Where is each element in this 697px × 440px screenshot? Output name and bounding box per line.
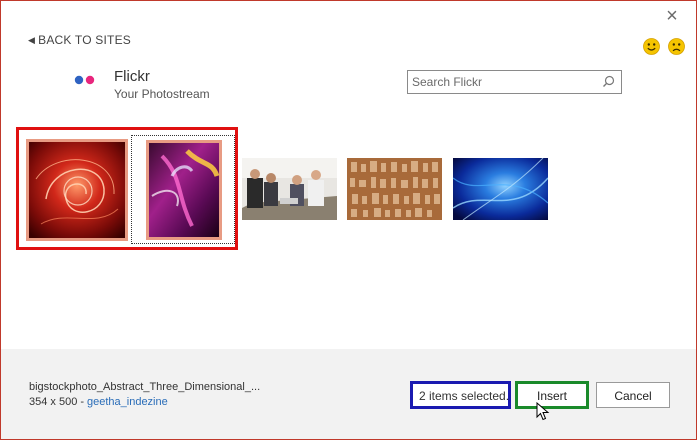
photo-thumbnail-blue-abstract[interactable] bbox=[453, 158, 548, 220]
selected-file-name: bigstockphoto_Abstract_Three_Dimensional… bbox=[29, 381, 261, 393]
close-icon[interactable]: × bbox=[662, 6, 682, 26]
hieroglyphs-image bbox=[347, 158, 442, 220]
flickr-logo-icon bbox=[74, 75, 95, 85]
site-name: Flickr bbox=[114, 68, 150, 85]
mouse-pointer-icon bbox=[536, 402, 550, 421]
blue-abstract-image bbox=[453, 158, 548, 220]
smiley-happy-icon[interactable] bbox=[643, 38, 660, 55]
selected-file-meta: 354 x 500- geetha_indezine bbox=[29, 396, 168, 408]
photo-thumbnail-hieroglyphs[interactable] bbox=[347, 158, 442, 220]
abstract-red-swirl-image bbox=[29, 142, 125, 238]
chevron-left-icon: ◀ bbox=[28, 35, 36, 45]
cancel-button[interactable]: Cancel bbox=[596, 382, 670, 408]
business-meeting-image bbox=[242, 158, 337, 220]
selection-count-box: 2 items selected. bbox=[410, 381, 511, 409]
back-to-sites-label: BACK TO SITES bbox=[38, 33, 131, 47]
cancel-button-label: Cancel bbox=[614, 389, 652, 403]
site-subtitle: Your Photostream bbox=[114, 87, 210, 101]
search-input[interactable] bbox=[412, 73, 592, 91]
abstract-purple-dancer-image bbox=[146, 140, 222, 240]
photo-thumbnail-business-meeting[interactable] bbox=[242, 158, 337, 220]
insert-button[interactable]: Insert bbox=[515, 381, 589, 409]
selection-count-text: 2 items selected. bbox=[419, 389, 510, 403]
photo-thumbnail-abstract-red-swirl[interactable] bbox=[26, 139, 128, 241]
smiley-sad-icon[interactable] bbox=[668, 38, 685, 55]
meta-separator: - bbox=[80, 396, 84, 408]
back-to-sites-link[interactable]: ◀ BACK TO SITES bbox=[28, 33, 131, 47]
image-dimensions: 354 x 500 bbox=[29, 396, 78, 408]
photo-thumbnail-abstract-purple-dancer[interactable] bbox=[131, 135, 235, 244]
author-link[interactable]: geetha_indezine bbox=[87, 396, 168, 408]
search-box[interactable] bbox=[407, 70, 622, 94]
dialog-footer bbox=[1, 349, 696, 439]
insert-button-label: Insert bbox=[536, 389, 567, 403]
search-icon[interactable] bbox=[602, 75, 615, 88]
